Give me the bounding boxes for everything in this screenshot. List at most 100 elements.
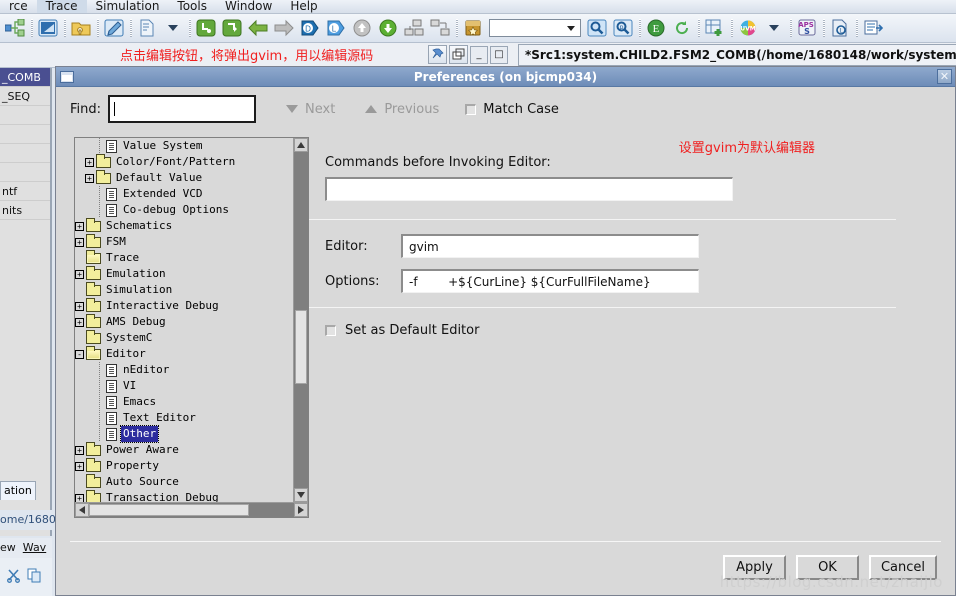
tree-item[interactable]: + Property [75,457,293,474]
tree-scroll-area[interactable]: Value System + Color/Font/Pattern + Default … [75,138,293,502]
window-icon[interactable] [35,15,61,41]
tree-item[interactable]: Other [75,425,293,443]
bg-list-item[interactable] [0,106,50,125]
dropdown-arrow-icon[interactable] [160,15,186,41]
tree-item[interactable]: SystemC [75,329,293,346]
tree-item[interactable]: Extended VCD [75,186,293,202]
scroll-right-icon[interactable] [294,503,308,517]
load-icon[interactable]: L [323,15,349,41]
dialog-titlebar[interactable]: Preferences (on bjcmp034) ✕ [56,67,955,87]
e-icon[interactable]: E [643,15,669,41]
edit-source-icon[interactable] [101,15,127,41]
match-case-checkbox[interactable]: Match Case [465,102,559,117]
tree-item[interactable]: Simulation [75,281,293,298]
bg-list-item[interactable]: nits [0,201,50,220]
tree-item[interactable]: Value System [75,138,293,154]
editor-input[interactable]: gvim [401,234,699,258]
expand-icon[interactable]: + [75,301,84,311]
expand-icon[interactable]: + [85,157,94,167]
uvm-dropdown-icon[interactable] [761,15,787,41]
step-over-icon[interactable] [219,15,245,41]
refresh-icon[interactable] [669,15,695,41]
menu-source[interactable]: rce [0,0,37,13]
wave-icon[interactable] [860,15,886,41]
find-previous-button[interactable]: Previous [365,102,439,117]
menu-simulation[interactable]: Simulation [87,0,169,13]
bg-list-item[interactable]: ntf [0,182,50,201]
tree-item[interactable]: + Power Aware [75,441,293,458]
expand-icon[interactable]: + [75,445,84,455]
forward-arrow-icon[interactable] [271,15,297,41]
menu-window[interactable]: Window [216,0,281,13]
tree-horizontal-scrollbar[interactable] [75,502,308,517]
bg-tab-simulation[interactable]: ation [0,481,36,500]
up-arrow-icon[interactable] [349,15,375,41]
search-input[interactable] [108,95,257,123]
bg-list-item[interactable]: _SEQ [0,87,50,106]
commands-input[interactable] [325,177,733,201]
tree-item[interactable]: nEditor [75,362,293,378]
expand-icon[interactable]: + [75,493,84,502]
expand-tree-icon[interactable] [401,15,427,41]
back-arrow-icon[interactable] [245,15,271,41]
bookmark-icon[interactable] [460,15,486,41]
zoom-search-icon[interactable]: p [610,15,636,41]
scroll-left-icon[interactable] [75,503,89,517]
cut-icon[interactable] [6,568,21,586]
menu-trace[interactable]: Trace [36,0,87,13]
expand-icon[interactable]: + [85,173,94,183]
minimize-button[interactable]: _ [470,45,488,64]
down-arrow-icon[interactable] [375,15,401,41]
collapse-icon[interactable]: - [75,349,84,359]
scroll-track[interactable] [294,152,308,488]
bg-list-item[interactable] [0,144,50,163]
hierarchy-icon[interactable] [2,15,28,41]
tree-item[interactable]: + Color/Font/Pattern [75,153,293,170]
new-sheet-icon[interactable] [134,15,160,41]
search-combo[interactable] [489,19,581,37]
expand-icon[interactable]: + [75,461,84,471]
uvm-icon[interactable]: UVM [735,15,761,41]
options-input[interactable]: -f +${CurLine} ${CurFullFileName} [401,269,699,293]
menu-tools[interactable]: Tools [168,0,216,13]
menu-help[interactable]: Help [281,0,326,13]
driver-icon[interactable]: D [297,15,323,41]
bg-list-item[interactable]: _COMB [0,68,50,87]
scroll-down-icon[interactable] [294,488,308,502]
hscroll-track[interactable] [89,503,294,517]
expand-icon[interactable]: + [75,317,84,327]
step-into-icon[interactable] [193,15,219,41]
maximize-button[interactable]: □ [490,45,508,64]
bg-list-item[interactable] [0,163,50,182]
hscroll-thumb[interactable] [89,504,249,516]
set-default-editor-checkbox[interactable]: Set as Default Editor [325,323,935,338]
tree-item[interactable]: - Editor [75,345,293,362]
pin-icon[interactable] [428,45,447,64]
tree-item[interactable]: + FSM [75,233,293,250]
scroll-up-icon[interactable] [294,138,308,152]
tree-item[interactable]: Auto Source [75,473,293,490]
open-folder-icon[interactable] [68,15,94,41]
expand-icon[interactable]: + [75,269,84,279]
expand-icon[interactable]: + [75,221,84,231]
tree-item[interactable]: VI [75,378,293,394]
add-grid-icon[interactable] [702,15,728,41]
tree-item[interactable]: + Emulation [75,265,293,282]
bg-list-item[interactable] [0,125,50,144]
scroll-thumb[interactable] [295,309,307,384]
tree-item[interactable]: Emacs [75,394,293,410]
collapse-tree-icon[interactable] [427,15,453,41]
search-icon[interactable] [584,15,610,41]
bg-menu-view[interactable]: ew [0,541,16,554]
tree-item[interactable]: + Interactive Debug [75,297,293,314]
expand-icon[interactable]: + [75,237,84,247]
tree-item[interactable]: + Schematics [75,217,293,234]
tree-vertical-scrollbar[interactable] [293,138,308,502]
aps-icon[interactable]: APS S [794,15,820,41]
tree-item[interactable]: Text Editor [75,410,293,426]
log-icon[interactable]: L [827,15,853,41]
restore-icon[interactable] [449,45,468,64]
copy-icon[interactable] [27,568,42,586]
tree-item[interactable]: + Default Value [75,169,293,186]
tree-item[interactable]: + Transaction Debug [75,489,293,502]
